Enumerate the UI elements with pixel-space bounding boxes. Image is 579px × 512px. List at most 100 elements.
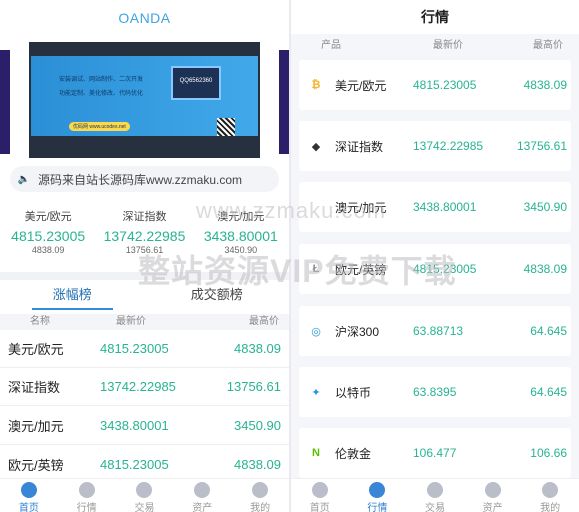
chart-icon [369,482,386,498]
ticker-price: 13742.22985 [103,228,186,244]
row-high: 4838.09 [234,341,281,356]
chart-icon [78,482,95,498]
ticker-high: 13756.61 [125,245,164,255]
market-price: 3438.80001 [413,200,477,214]
col-product: 产品 [321,40,341,51]
ticker-card[interactable]: 深证指数 13742.22985 13756.61 [96,208,192,255]
banner-carousel[interactable]: 安装调试、网站制作、二次开发 功能定制、美化修改、代码优化 优码网 www.uc… [29,42,260,158]
nav-assets[interactable]: 资产 [464,479,522,512]
monitor-icon: QQ6562360 [171,66,221,100]
banner-link: 优码网 www.ucodes.net [69,122,130,131]
nav-label: 首页 [309,503,330,512]
nav-profile[interactable]: 我的 [231,479,289,512]
nav-trade[interactable]: 交易 [116,479,174,512]
row-name: 澳元/加元 [8,419,64,434]
ranking-tabs: 涨幅榜 成交额榜 [0,282,289,310]
market-name: 欧元/英镑 [335,262,387,277]
wallet-icon [484,482,501,498]
market-name: 澳元/加元 [335,200,387,215]
neo-icon: N [312,447,320,459]
market-header: 产品 最新价 最高价 [291,38,579,54]
row-name: 美元/欧元 [8,342,64,357]
section-gap [0,272,289,280]
col-price: 最新价 [433,40,463,51]
bottom-nav: 首页 行情 交易 资产 我的 [0,478,289,512]
market-name: 伦敦金 [335,446,372,461]
ticker-name: 澳元/加元 [217,211,265,223]
ticker-price: 4815.23005 [11,228,86,244]
market-high: 4838.09 [523,78,567,92]
banner-line-2: 功能定制、美化修改、代码优化 [59,91,144,97]
market-row[interactable]: Ł 欧元/英镑 4815.23005 4838.09 [299,244,571,294]
market-name: 以特币 [335,385,372,400]
ticker-name: 深证指数 [122,211,167,223]
brand-title: OANDA [118,10,171,26]
row-price: 4815.23005 [100,457,169,472]
table-row[interactable]: 美元/欧元 4815.23005 4838.09 [0,330,289,368]
row-high: 13756.61 [226,379,281,394]
qr-code-icon [217,118,235,136]
row-price: 13742.22985 [100,379,176,394]
market-panel: 行情 产品 最新价 最高价 ₿ 美元/欧元 4815.23005 4838.09 ◆ 深证… [291,0,579,512]
home-icon [311,482,328,498]
market-high: 3450.90 [523,200,567,214]
table-row[interactable]: 澳元/加元 3438.80001 3450.90 [0,407,289,445]
market-row[interactable]: N 伦敦金 106.477 106.66 [299,428,571,478]
nav-label: 行情 [76,503,97,512]
nav-label: 首页 [18,503,39,512]
notice-text: 源码来自站长源码库www.zzmaku.com [38,172,243,187]
table-row[interactable]: 深证指数 13742.22985 13756.61 [0,368,289,406]
ticker-high: 3450.90 [224,245,258,255]
nav-market[interactable]: 行情 [58,479,116,512]
market-row[interactable]: ◎ 沪深300 63.88713 64.645 [299,306,571,356]
nav-profile[interactable]: 我的 [521,479,579,512]
nav-trade[interactable]: 交易 [406,479,464,512]
banner-next-slide[interactable] [279,50,289,154]
market-high: 4838.09 [523,262,567,276]
home-icon [20,482,37,498]
tab-gainers[interactable]: 涨幅榜 [0,282,145,310]
nav-label: 资产 [482,503,503,512]
row-high: 4838.09 [234,457,281,472]
banner-line-1: 安装调试、网站制作、二次开发 [59,77,144,83]
market-row[interactable]: 澳元/加元 3438.80001 3450.90 [299,182,571,232]
user-icon [542,482,559,498]
row-price: 3438.80001 [100,418,169,433]
wallet-icon [194,482,211,498]
bottom-nav: 首页 行情 交易 资产 我的 [291,478,579,512]
market-name: 沪深300 [335,324,380,339]
trade-icon [136,482,153,498]
market-price: 63.8395 [413,385,457,399]
row-name: 深证指数 [8,380,61,395]
home-panel: OANDA 安装调试、网站制作、二次开发 功能定制、美化修改、代码优化 优码网 … [0,0,289,512]
table-header: 名称 最新价 最高价 [0,314,289,330]
ethereum-icon: ◆ [311,140,321,153]
market-name: 深证指数 [335,139,384,154]
ticker-price: 3438.80001 [203,228,278,244]
market-row[interactable]: ✦ 以特币 63.8395 64.645 [299,367,571,417]
tab-volume[interactable]: 成交额榜 [145,282,290,310]
nav-home[interactable]: 首页 [0,479,58,512]
nav-home[interactable]: 首页 [291,479,349,512]
market-price: 4815.23005 [413,78,477,92]
market-price: 13742.22985 [413,139,484,153]
row-price: 4815.23005 [100,341,169,356]
ticker-card[interactable]: 美元/欧元 4815.23005 4838.09 [0,208,96,255]
coin-icon [307,198,325,216]
col-high: 最高价 [249,316,279,327]
banner-prev-slide[interactable] [0,50,10,154]
ticker-cards: 美元/欧元 4815.23005 4838.09 深证指数 13742.2298… [0,208,289,255]
col-name: 名称 [30,316,50,327]
ticker-name: 美元/欧元 [24,211,72,223]
market-row[interactable]: ◆ 深证指数 13742.22985 13756.61 [299,121,571,171]
nav-market[interactable]: 行情 [349,479,407,512]
ticker-card[interactable]: 澳元/加元 3438.80001 3450.90 [193,208,289,255]
nav-label: 我的 [540,503,561,512]
user-icon [252,482,269,498]
row-name: 欧元/英镑 [8,458,64,473]
banner-image: 安装调试、网站制作、二次开发 功能定制、美化修改、代码优化 优码网 www.uc… [31,56,258,136]
market-row[interactable]: ₿ 美元/欧元 4815.23005 4838.09 [299,60,571,110]
nav-assets[interactable]: 资产 [173,479,231,512]
notice-bar[interactable]: 🔈 源码来自站长源码库www.zzmaku.com [10,166,279,192]
market-price: 63.88713 [413,324,464,338]
